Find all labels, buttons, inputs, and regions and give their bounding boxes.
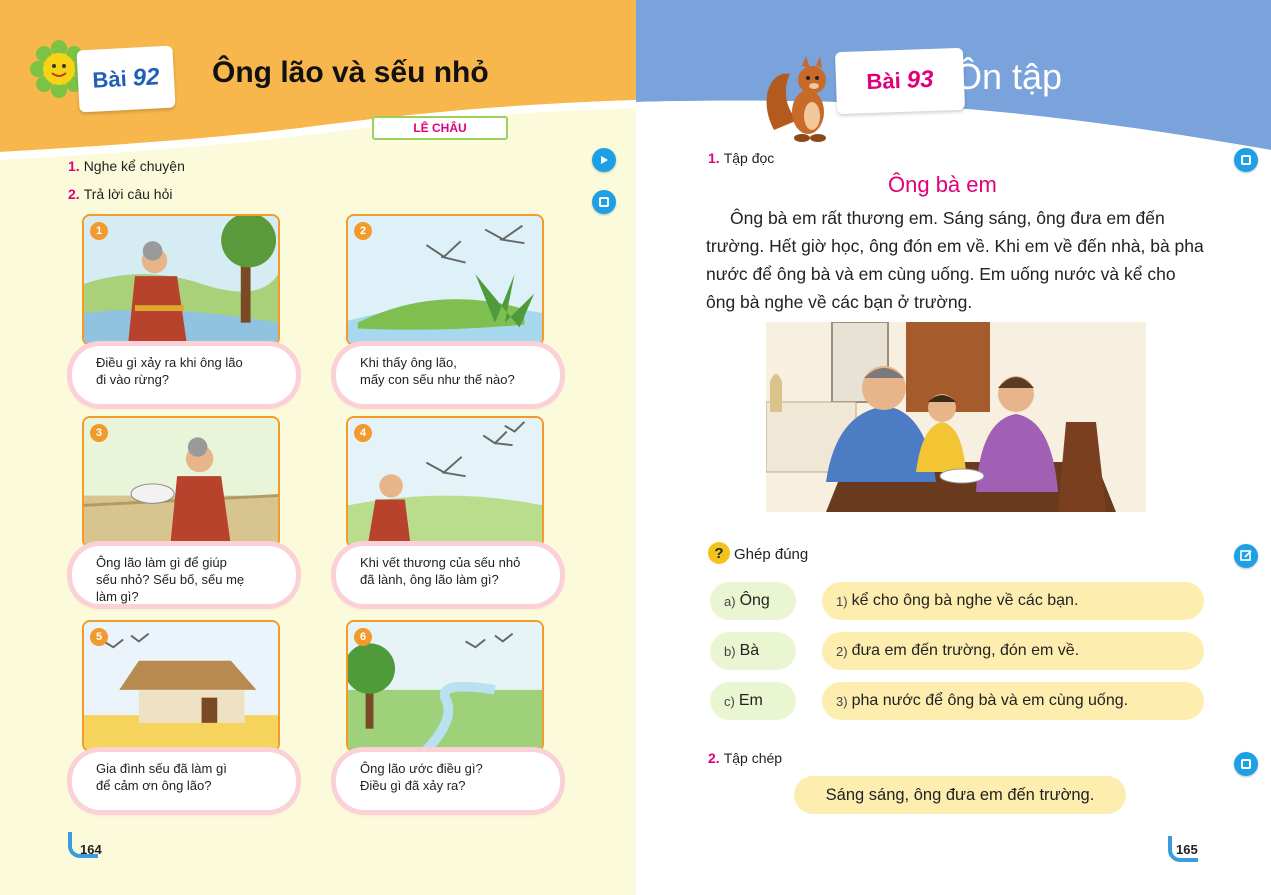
panel-number: 6 xyxy=(354,628,372,646)
match-target-2[interactable]: 2) đưa em đến trường, đón em về. xyxy=(822,632,1204,670)
copy-sentence: Sáng sáng, ông đưa em đến trường. xyxy=(794,776,1126,814)
question-bubble-3: Ông lão làm gì để giúp sếu nhỏ? Sếu bố, … xyxy=(72,546,296,604)
section-copying: 2. Tập chép xyxy=(708,750,782,766)
question-bubble-2: Khi thấy ông lão, mấy con sếu như thế nà… xyxy=(336,346,560,404)
edit-icon[interactable] xyxy=(1234,544,1258,568)
matching-label: Ghép đúng xyxy=(734,546,809,563)
option-key: a) xyxy=(724,593,736,609)
author-tab: LÊ CHÂU xyxy=(372,116,508,140)
question-bubble-4: Khi vết thương của sếu nhỏ đã lành, ông … xyxy=(336,546,560,604)
option-key: 1) xyxy=(836,593,848,609)
panel-number: 5 xyxy=(90,628,108,646)
section-label: Trả lời câu hỏi xyxy=(83,186,173,202)
story-panel-6: 6 xyxy=(346,620,544,752)
left-page: Bài 92 Ông lão và sếu nhỏ LÊ CHÂU 1. Nghe… xyxy=(0,0,636,895)
option-text: kể cho ông bà nghe về các bạn. xyxy=(851,592,1079,609)
question-icon: ? xyxy=(708,542,730,564)
lesson-badge: Bài 93 xyxy=(834,47,966,115)
option-text: Ông xyxy=(739,592,770,609)
story-panel-4: 4 xyxy=(346,416,544,548)
match-option-b[interactable]: b) Bà xyxy=(710,632,796,670)
panel-number: 3 xyxy=(90,424,108,442)
panel-number: 4 xyxy=(354,424,372,442)
story-panel-2: 2 xyxy=(346,214,544,346)
question-bubble-1: Điều gì xảy ra khi ông lão đi vào rừng? xyxy=(72,346,296,404)
option-key: 3) xyxy=(836,693,848,709)
book-icon[interactable] xyxy=(1234,752,1258,776)
cranes-flying-image xyxy=(348,216,542,344)
house-with-cranes-image xyxy=(84,622,278,750)
panel-number: 2 xyxy=(354,222,372,240)
section-number: 1. xyxy=(68,158,80,174)
book-icon[interactable] xyxy=(592,190,616,214)
old-man-forest-image xyxy=(84,216,278,344)
section-number: 2. xyxy=(708,750,720,766)
section-number: 2. xyxy=(68,186,80,202)
section-number: 1. xyxy=(708,150,720,166)
audio-play-icon[interactable] xyxy=(592,148,616,172)
match-option-c[interactable]: c) Em xyxy=(710,682,796,720)
family-illustration-image xyxy=(766,322,1146,512)
lesson-badge: Bài 92 xyxy=(76,45,176,113)
page-number: 164 xyxy=(80,842,102,857)
section-label: Nghe kể chuyện xyxy=(83,158,185,174)
section-reading: 1. Tập đọc xyxy=(708,150,774,166)
question-bubble-6: Ông lão ước điều gì? Điều gì đã xảy ra? xyxy=(336,752,560,810)
option-text: Bà xyxy=(739,642,760,659)
book-icon[interactable] xyxy=(1234,148,1258,172)
option-text: Em xyxy=(738,692,763,709)
section-answer-questions: 2. Trả lời câu hỏi xyxy=(68,186,173,202)
lesson-title: Ôn tập xyxy=(954,56,1063,97)
story-panel-1: 1 xyxy=(82,214,280,346)
match-target-3[interactable]: 3) pha nước để ông bà và em cùng uống. xyxy=(822,682,1204,720)
story-panel-3: 3 xyxy=(82,416,280,548)
lesson-title: Ông lão và sếu nhỏ xyxy=(212,56,489,89)
question-bubble-5: Gia đình sếu đã làm gì để cảm ơn ông lão… xyxy=(72,752,296,810)
crane-flying-away-image xyxy=(348,418,542,546)
page-number: 165 xyxy=(1176,842,1198,857)
lesson-label: Bài xyxy=(866,67,902,95)
village-landscape-image xyxy=(348,622,542,750)
lesson-number: 92 xyxy=(132,63,161,92)
reading-passage: Ông bà em rất thương em. Sáng sáng, ông … xyxy=(706,208,1204,312)
panel-number: 1 xyxy=(90,222,108,240)
lesson-label: Bài xyxy=(91,65,128,93)
match-option-a[interactable]: a) Ông xyxy=(710,582,796,620)
reading-title: Ông bà em xyxy=(888,172,997,197)
option-key: 2) xyxy=(836,643,848,659)
section-label: Tập chép xyxy=(723,750,783,766)
option-key: b) xyxy=(724,643,736,659)
section-listen-story: 1. Nghe kể chuyện xyxy=(68,158,185,174)
squirrel-mascot-icon xyxy=(766,56,826,142)
option-text: pha nước để ông bà và em cùng uống. xyxy=(851,692,1129,709)
match-target-1[interactable]: 1) kể cho ông bà nghe về các bạn. xyxy=(822,582,1204,620)
section-label: Tập đọc xyxy=(723,150,775,166)
option-text: đưa em đến trường, đón em về. xyxy=(851,642,1080,659)
old-man-helping-crane-image xyxy=(84,418,278,546)
story-panel-5: 5 xyxy=(82,620,280,752)
option-key: c) xyxy=(724,693,735,709)
lesson-number: 93 xyxy=(906,65,934,94)
right-page: Bài 93 Ôn tập 1. Tập đọc Ông bà em Ông bà… xyxy=(636,0,1271,895)
